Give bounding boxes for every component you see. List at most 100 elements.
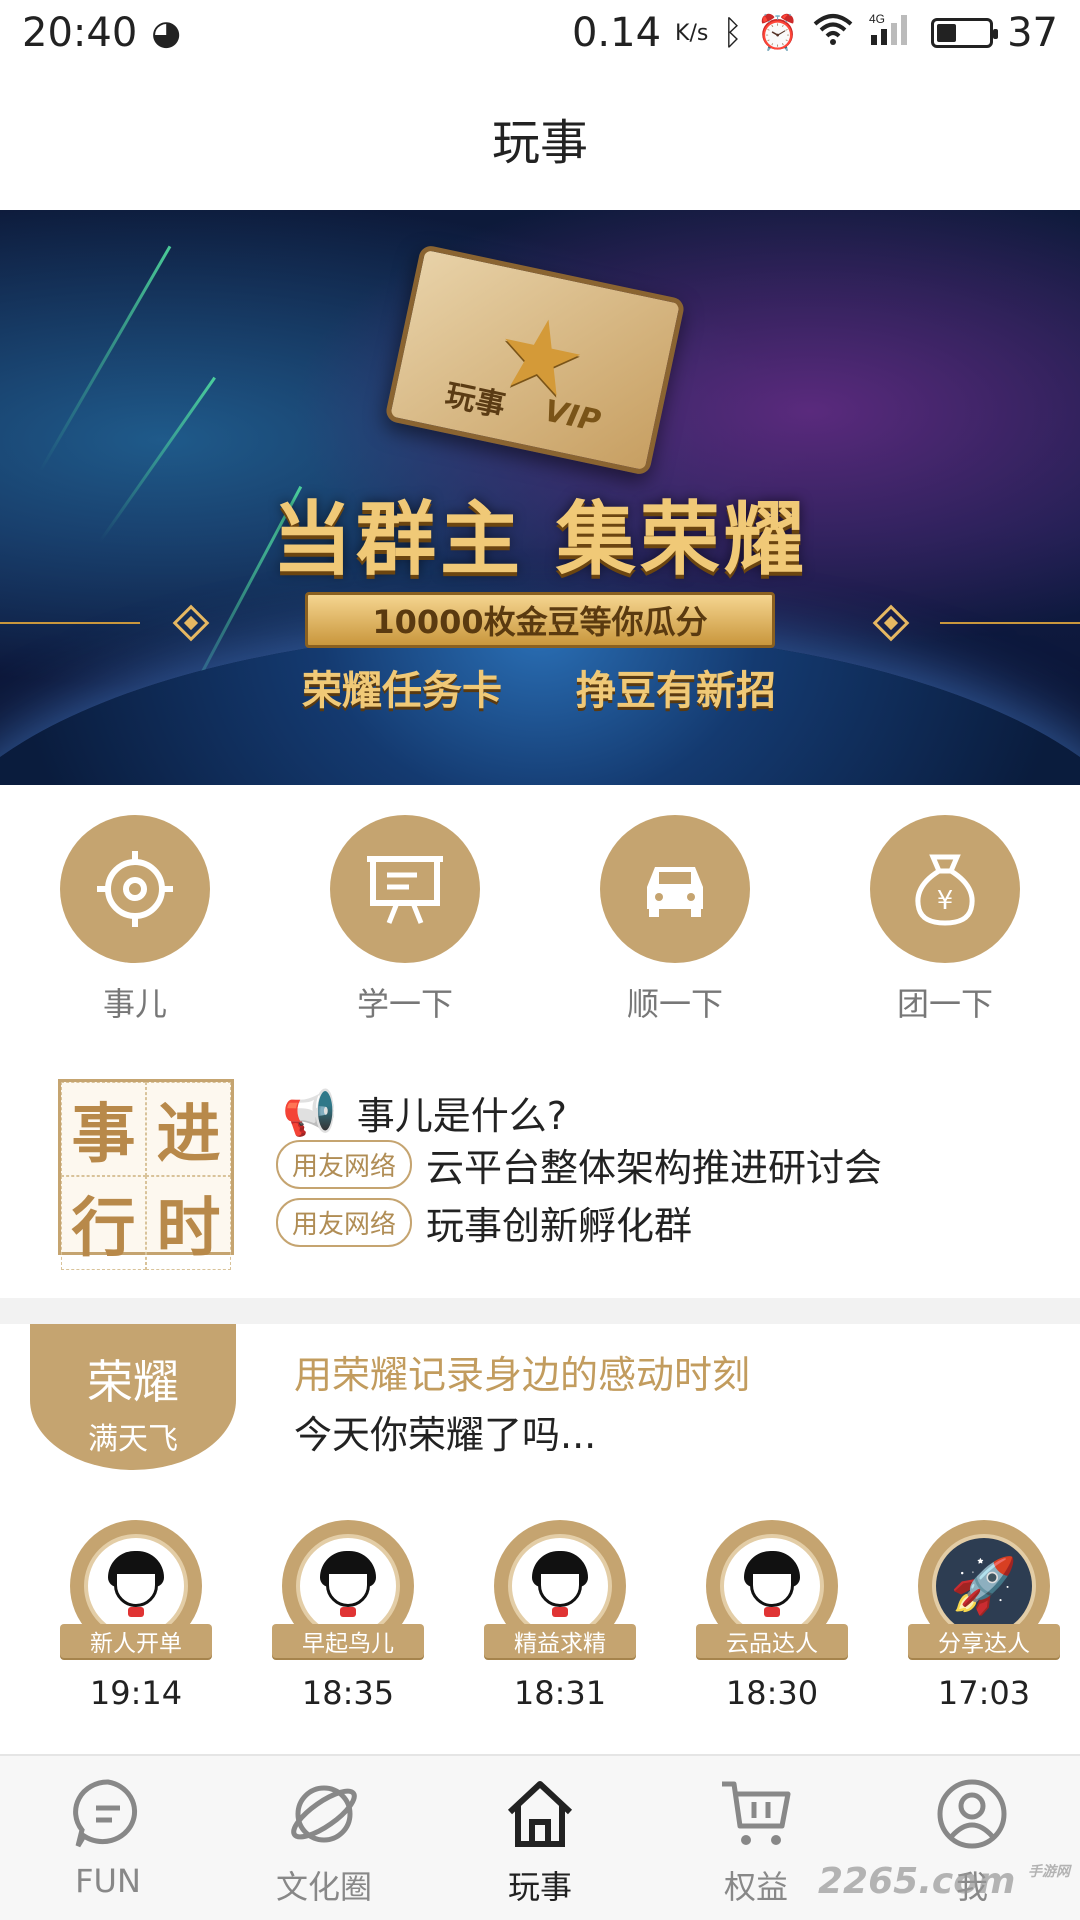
nav-label: FUN xyxy=(75,1862,141,1900)
badge-time: 19:14 xyxy=(89,1674,183,1712)
quick-action-group[interactable]: ¥ 团一下 xyxy=(810,815,1080,1025)
quick-action-label: 团一下 xyxy=(896,985,993,1023)
medal: 云品达人 xyxy=(696,1520,848,1658)
section-divider xyxy=(0,1298,1080,1324)
car-icon xyxy=(600,815,750,963)
nav-label: 权益 xyxy=(723,1868,788,1906)
medal: 新人开单 xyxy=(60,1520,212,1658)
banner-sub-left: 荣耀任务卡 xyxy=(302,668,502,714)
watermark-small: 手游网 xyxy=(1028,1864,1070,1880)
diamond-ornament-icon xyxy=(872,604,910,642)
news-question[interactable]: 📢 事儿是什么? xyxy=(282,1085,567,1140)
status-right: 0.14 K/s ᛒ ⏰ 4G 37 xyxy=(572,10,1058,56)
bluetooth-icon: ᛒ xyxy=(722,13,743,53)
megaphone-icon: 📢 xyxy=(282,1087,337,1139)
battery-level xyxy=(937,24,957,42)
news-block: 事 进 行 时 📢 事儿是什么? 用友网络 云平台整体架构推进研讨会 用友网络 … xyxy=(0,1075,1080,1270)
nav-item-culture[interactable]: 文化圈 xyxy=(216,1756,432,1920)
quick-action-label: 学一下 xyxy=(356,985,453,1023)
divider-line xyxy=(0,622,140,624)
cartoon-face-icon xyxy=(84,1534,188,1638)
notification-icon: ◕ xyxy=(151,13,181,53)
status-bar: 20:40 ◕ 0.14 K/s ᛒ ⏰ 4G 37 xyxy=(0,0,1080,66)
quick-action-ride[interactable]: 顺一下 xyxy=(540,815,810,1025)
honor-desc[interactable]: 今天你荣耀了吗... xyxy=(294,1404,596,1459)
banner-headline: 当群主 集荣耀 xyxy=(272,493,808,586)
divider-line xyxy=(940,622,1080,624)
alarm-icon: ⏰ xyxy=(756,13,800,53)
medal-ribbon: 云品达人 xyxy=(696,1624,848,1658)
medal-ribbon: 精益求精 xyxy=(484,1624,636,1658)
medal: 🚀 分享达人 xyxy=(908,1520,1060,1658)
honor-badges-row: 新人开单 19:14 早起鸟儿 18:35 精益求精 18:31 云品达人 18… xyxy=(0,1520,1080,1740)
honor-badge-item[interactable]: 🚀 分享达人 17:03 xyxy=(908,1520,1060,1712)
meteor-streak xyxy=(38,245,172,473)
nav-label: 玩事 xyxy=(507,1868,572,1906)
quick-action-shier[interactable]: 事儿 xyxy=(0,815,270,1025)
badge-time: 17:03 xyxy=(937,1674,1031,1712)
honor-badge-sub: 满天飞 xyxy=(88,1422,178,1457)
vip-card: ★ 玩事 VIP xyxy=(384,243,686,477)
page-title: 玩事 xyxy=(491,115,588,171)
news-item[interactable]: 用友网络 玩事创新孵化群 xyxy=(276,1195,692,1250)
honor-badge-title: 荣耀 xyxy=(87,1355,179,1409)
cartoon-face-icon xyxy=(296,1534,400,1638)
promo-banner[interactable]: ★ 玩事 VIP 当群主 集荣耀 10000枚金豆等你瓜分 荣耀任务卡 挣豆有新… xyxy=(0,210,1080,785)
watermark-suffix: .com xyxy=(918,1861,1016,1902)
target-icon xyxy=(60,815,210,963)
vip-card-badge: VIP xyxy=(541,393,604,440)
badge-time: 18:30 xyxy=(725,1674,819,1712)
honor-badge-item[interactable]: 新人开单 19:14 xyxy=(60,1520,212,1712)
title-bar: 玩事 xyxy=(0,66,1080,210)
logo-char: 行 xyxy=(61,1176,146,1270)
banner-sub-right: 挣豆有新招 xyxy=(576,668,776,714)
nav-item-fun[interactable]: FUN xyxy=(0,1756,216,1920)
speed-unit: K/s xyxy=(675,20,709,46)
news-title: 玩事创新孵化群 xyxy=(426,1204,693,1248)
medal-ribbon: 早起鸟儿 xyxy=(272,1624,424,1658)
news-logo[interactable]: 事 进 行 时 xyxy=(58,1079,234,1270)
news-item[interactable]: 用友网络 云平台整体架构推进研讨会 xyxy=(276,1137,882,1192)
honor-badge-item[interactable]: 云品达人 18:30 xyxy=(696,1520,848,1712)
medal: 早起鸟儿 xyxy=(272,1520,424,1658)
cartoon-face-icon xyxy=(508,1534,612,1638)
planet-glow xyxy=(0,630,1080,785)
honor-headline: 用荣耀记录身边的感动时刻 xyxy=(294,1353,751,1397)
quick-action-learn[interactable]: 学一下 xyxy=(270,815,540,1025)
logo-char: 时 xyxy=(146,1176,231,1270)
nav-label: 文化圈 xyxy=(275,1868,372,1906)
home-icon xyxy=(502,1776,578,1852)
logo-char: 进 xyxy=(146,1082,231,1176)
quick-actions: 事儿 学一下 顺一下 ¥ 团一下 xyxy=(0,815,1080,1025)
medal-ribbon: 新人开单 xyxy=(60,1624,212,1658)
battery-icon xyxy=(931,18,999,48)
nav-item-home[interactable]: 玩事 xyxy=(432,1756,648,1920)
watermark-text: 2265 xyxy=(817,1861,919,1902)
status-time: 20:40 xyxy=(22,10,138,56)
honor-badge-item[interactable]: 早起鸟儿 18:35 xyxy=(272,1520,424,1712)
bottom-nav: FUN 文化圈 玩事 权益 我 2265.com 手游网 xyxy=(0,1754,1080,1920)
rocket-icon: 🚀 xyxy=(932,1534,1036,1638)
banner-ribbon: 10000枚金豆等你瓜分 xyxy=(305,592,775,648)
cartoon-face-icon xyxy=(720,1534,824,1638)
battery-percent: 37 xyxy=(1007,10,1058,56)
quick-action-label: 事儿 xyxy=(102,985,167,1023)
svg-text:¥: ¥ xyxy=(937,886,954,916)
user-icon xyxy=(934,1776,1010,1852)
medal: 精益求精 xyxy=(484,1520,636,1658)
cart-icon xyxy=(718,1776,794,1852)
wifi-icon xyxy=(813,12,853,55)
money-bag-icon: ¥ xyxy=(870,815,1020,963)
honor-badge-item[interactable]: 精益求精 18:31 xyxy=(484,1520,636,1712)
cellular-signal-icon: 4G xyxy=(867,11,917,56)
diamond-ornament-icon xyxy=(172,604,210,642)
logo-char: 事 xyxy=(61,1082,146,1176)
planet-icon xyxy=(286,1776,362,1852)
honor-badge[interactable]: 荣耀 满天飞 xyxy=(30,1324,236,1470)
news-question-text: 事儿是什么? xyxy=(356,1094,567,1138)
network-type: 4G xyxy=(869,12,885,26)
badge-time: 18:31 xyxy=(513,1674,607,1712)
status-left: 20:40 ◕ xyxy=(22,10,181,56)
news-title: 云平台整体架构推进研讨会 xyxy=(426,1146,883,1190)
news-tag: 用友网络 xyxy=(276,1140,413,1189)
